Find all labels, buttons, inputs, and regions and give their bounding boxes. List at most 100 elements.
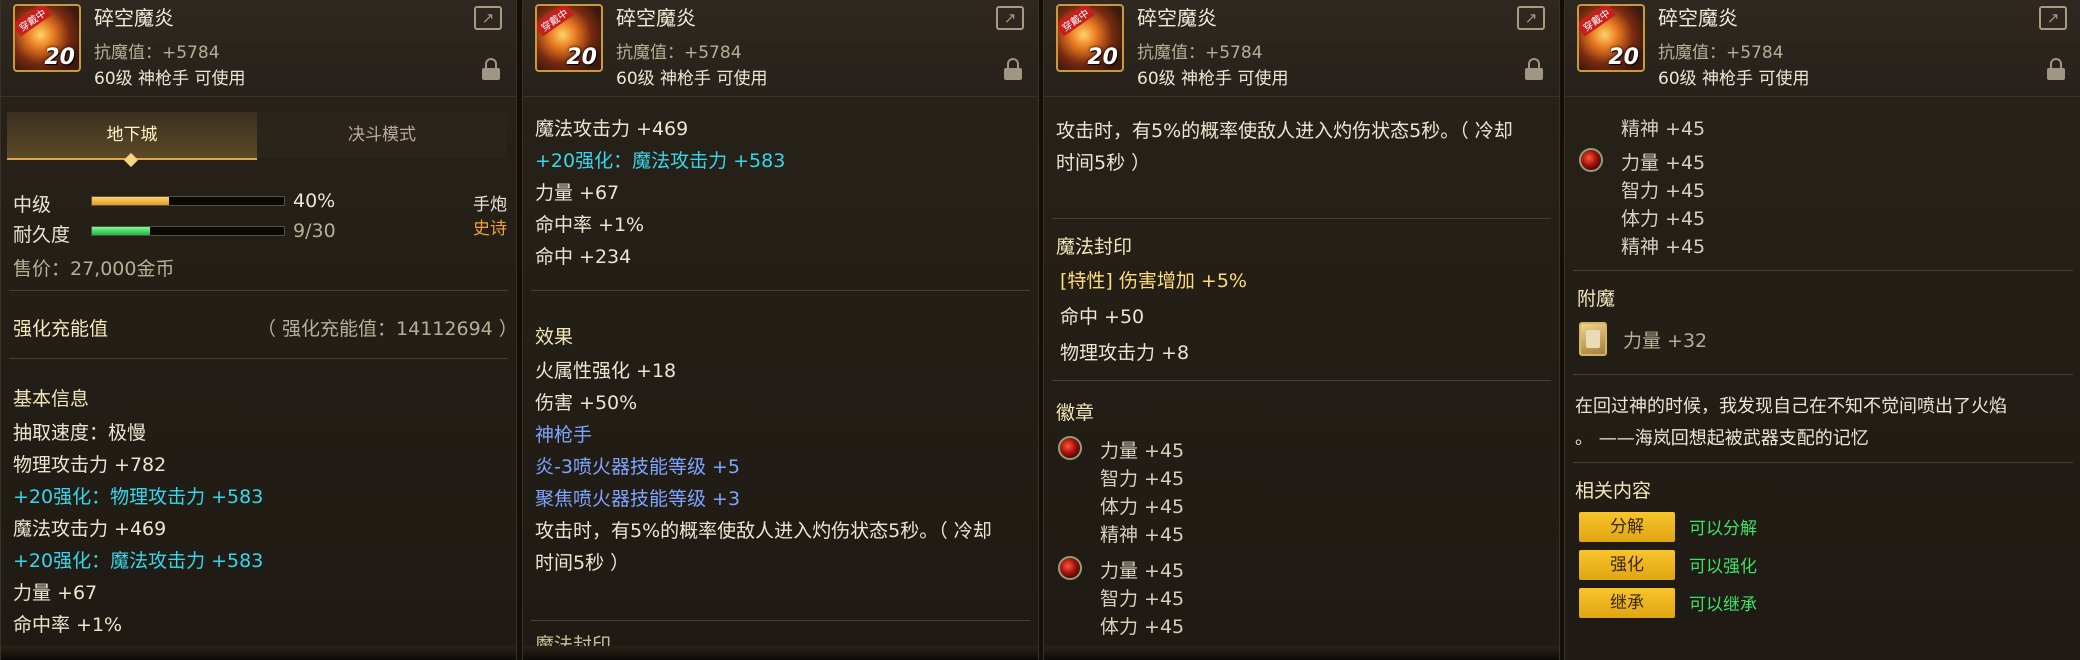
emblem-stat: 力量 +45 (1100, 440, 1185, 462)
effect-line: 攻击时，有5%的概率使敌人进入灼伤状态5秒。（ 冷却 (535, 520, 992, 542)
anti-magic-value: 抗魔值：+5784 (1137, 43, 1263, 63)
skill-line: 聚焦喷火器技能等级 +3 (535, 488, 741, 510)
enhance-level-badge: 20 (1087, 45, 1118, 70)
divider (9, 358, 508, 359)
anti-magic-value: 抗魔值：+5784 (94, 43, 220, 63)
share-icon[interactable]: ↗ (474, 6, 502, 30)
emblem-gem-icon (1058, 436, 1082, 460)
emblem-stat: 智力 +45 (1100, 588, 1185, 610)
share-icon[interactable]: ↗ (2039, 6, 2067, 30)
durability-label: 耐久度 (13, 224, 71, 246)
emblem-heading: 徽章 (1056, 402, 1095, 424)
charge-value: （ 强化充能值：14112694 ） (257, 318, 517, 340)
flavor-text: 在回过神的时候，我发现自己在不知不觉间喷出了火焰 (1575, 396, 2007, 417)
mode-tabs: 地下城 决斗模式 (7, 112, 510, 168)
inherit-button[interactable]: 继承 (1579, 588, 1675, 618)
enhance-desc: 可以强化 (1689, 557, 1757, 577)
lock-icon[interactable] (1002, 58, 1024, 80)
class-requirement: 60级 神枪手 可使用 (1658, 69, 1810, 89)
lock-icon[interactable] (2045, 58, 2067, 80)
item-icon: 穿戴中 20 (13, 4, 81, 72)
class-requirement: 60级 神枪手 可使用 (616, 69, 768, 89)
class-requirement: 60级 神枪手 可使用 (1137, 69, 1289, 89)
equipped-badge: 穿戴中 (1579, 6, 1616, 37)
enhance-line: +20强化：魔法攻击力 +583 (13, 550, 264, 572)
seal-feature-line: [特性] 伤害增加 +5% (1060, 270, 1247, 292)
share-icon[interactable]: ↗ (996, 6, 1024, 30)
class-requirement: 60级 神枪手 可使用 (94, 69, 246, 89)
divider (1052, 218, 1551, 219)
stat-line: 命中率 +1% (13, 614, 123, 636)
equipped-badge: 穿戴中 (1058, 6, 1095, 37)
effect-heading: 效果 (535, 326, 574, 348)
tooltip-header: 穿戴中 20 碎空魔炎 抗魔值：+5784 60级 神枪手 可使用 ↗ (1044, 0, 1559, 97)
anti-magic-value: 抗魔值：+5784 (616, 43, 742, 63)
lock-icon[interactable] (1523, 58, 1545, 80)
emblem-stat: 精神 +45 (1621, 236, 1706, 258)
tooltip-header: 穿戴中 20 碎空魔炎 抗魔值：+5784 60级 神枪手 可使用 ↗ (523, 0, 1038, 97)
divider (1573, 270, 2073, 271)
inherit-desc: 可以继承 (1689, 595, 1757, 615)
emblem-stat: 智力 +45 (1100, 468, 1185, 490)
enhance-level-badge: 20 (566, 45, 597, 70)
enchant-heading: 附魔 (1577, 288, 1616, 310)
durability-value: 9/30 (293, 220, 336, 242)
emblem-stat: 力量 +45 (1100, 560, 1185, 582)
enchant-card-icon (1579, 322, 1607, 356)
rarity-label: 史诗 (473, 219, 507, 239)
item-name: 碎空魔炎 (616, 6, 696, 30)
divider (1573, 462, 2073, 463)
seal-line: 命中 +50 (1060, 306, 1145, 328)
effect-line: 时间5秒 ） (535, 552, 630, 574)
share-icon[interactable]: ↗ (1517, 6, 1545, 30)
tooltip-header: 穿戴中 20 碎空魔炎 抗魔值：+5784 60级 神枪手 可使用 ↗ (1565, 0, 2080, 97)
divider (9, 290, 508, 291)
tab-pvp[interactable]: 决斗模式 (257, 112, 507, 158)
grade-bar (91, 196, 285, 206)
item-name: 碎空魔炎 (1137, 6, 1217, 30)
divider (531, 290, 1030, 291)
item-icon: 穿戴中 20 (535, 4, 603, 72)
tooltip-panel-4: 穿戴中 20 碎空魔炎 抗魔值：+5784 60级 神枪手 可使用 ↗ 精神 +… (1564, 0, 2080, 660)
item-icon: 穿戴中 20 (1577, 4, 1645, 72)
enhance-button[interactable]: 强化 (1579, 550, 1675, 580)
enhance-line: +20强化：物理攻击力 +583 (13, 486, 264, 508)
weapon-type: 手炮 (473, 195, 507, 215)
item-icon: 穿戴中 20 (1056, 4, 1124, 72)
item-name: 碎空魔炎 (1658, 6, 1738, 30)
lock-icon[interactable] (480, 58, 502, 80)
tab-dungeon[interactable]: 地下城 (7, 112, 257, 168)
seal-line: 物理攻击力 +8 (1060, 342, 1190, 364)
disassemble-desc: 可以分解 (1689, 519, 1757, 539)
effect-line: 火属性强化 +18 (535, 360, 677, 382)
stat-line: 命中 +234 (535, 246, 632, 268)
emblem-stat: 精神 +45 (1621, 118, 1706, 140)
divider (531, 620, 1030, 621)
stat-line: 力量 +67 (13, 582, 98, 604)
effect-line: 攻击时，有5%的概率使敌人进入灼伤状态5秒。（ 冷却 (1056, 120, 1513, 142)
equipped-badge: 穿戴中 (15, 6, 52, 37)
durability-bar (91, 226, 285, 236)
tooltip-header: 穿戴中 20 碎空魔炎 抗魔值：+5784 60级 神枪手 可使用 ↗ (1, 0, 516, 97)
seal-heading: 魔法封印 (1056, 236, 1133, 258)
equipped-badge: 穿戴中 (537, 6, 574, 37)
item-name: 碎空魔炎 (94, 6, 174, 30)
related-heading: 相关内容 (1575, 480, 1652, 502)
stat-line: 魔法攻击力 +469 (13, 518, 167, 540)
enhance-line: +20强化：魔法攻击力 +583 (535, 150, 786, 172)
sell-price: 售价：27,000金币 (13, 258, 175, 280)
effect-line: 时间5秒 ） (1056, 152, 1151, 174)
enhance-level-badge: 20 (1608, 45, 1639, 70)
emblem-gem-icon (1058, 556, 1082, 580)
stat-line: 物理攻击力 +782 (13, 454, 167, 476)
stat-line: 魔法攻击力 +469 (535, 118, 689, 140)
enchant-value: 力量 +32 (1623, 330, 1708, 352)
flavor-text: 。 ——海岚回想起被武器支配的记忆 (1575, 428, 1869, 449)
tooltip-panel-3: 穿戴中 20 碎空魔炎 抗魔值：+5784 60级 神枪手 可使用 ↗ 攻击时，… (1043, 0, 1560, 660)
grade-value: 40% (293, 190, 336, 212)
skill-line: 炎-3喷火器技能等级 +5 (535, 456, 740, 478)
enhance-level-badge: 20 (44, 45, 75, 70)
emblem-gem-icon (1579, 148, 1603, 172)
emblem-stat: 体力 +45 (1621, 208, 1706, 230)
disassemble-button[interactable]: 分解 (1579, 512, 1675, 542)
